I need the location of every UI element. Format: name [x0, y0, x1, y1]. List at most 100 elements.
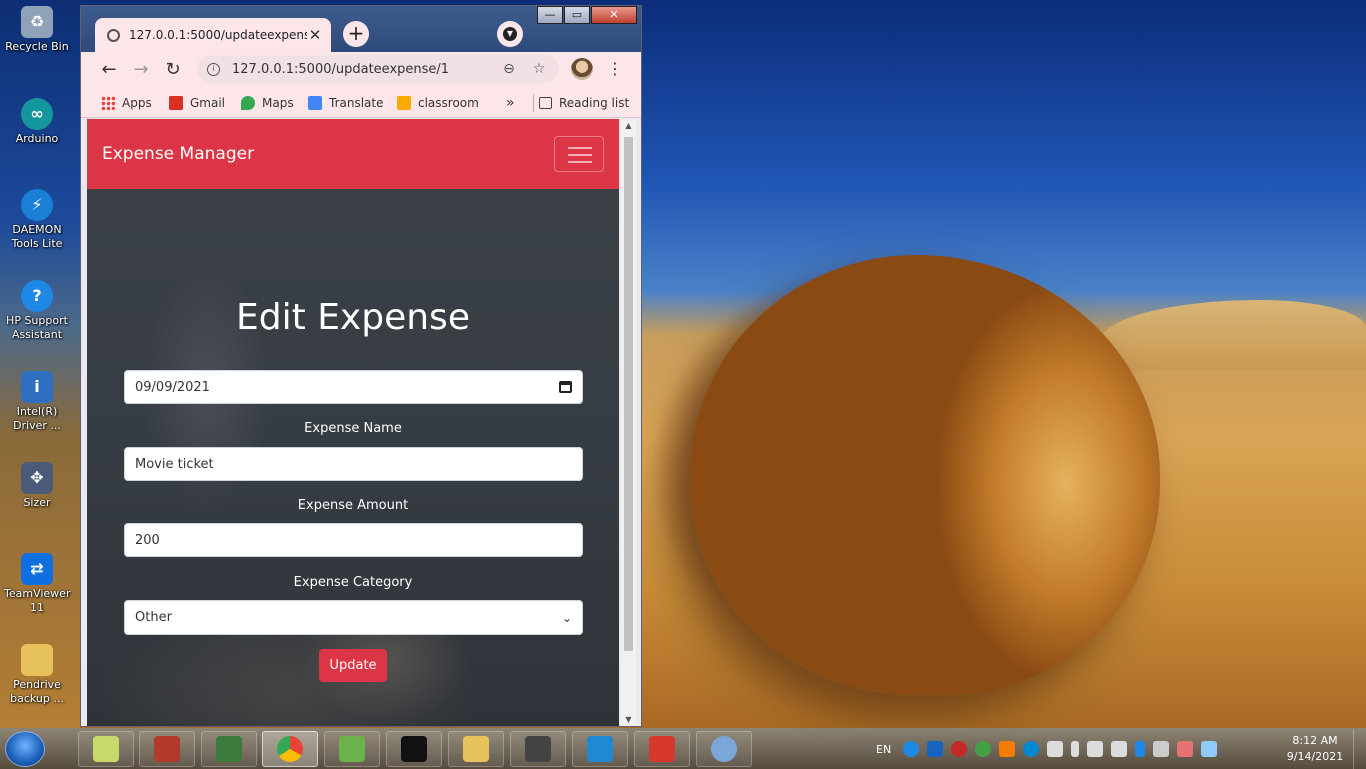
bookmark-maps[interactable]: Maps [241, 94, 294, 112]
calendar-icon[interactable] [559, 381, 572, 393]
task-manager-icon [216, 736, 242, 762]
tab-title: 127.0.0.1:5000/updateexpense/1 [129, 28, 307, 42]
scrollbar-thumb[interactable] [624, 137, 633, 651]
start-button[interactable] [5, 731, 45, 767]
desktop-icon-label: TeamViewer 11 [4, 587, 71, 614]
maps-icon [241, 96, 255, 110]
page-scrollbar[interactable]: ▲ ▼ [621, 119, 636, 726]
bookmarks-bar: Apps Gmail Maps Translate classroom » Re… [81, 88, 641, 118]
expense-name-input[interactable]: Movie ticket [124, 447, 583, 481]
battery-icon[interactable] [1071, 741, 1080, 757]
taskbar-chrome[interactable] [262, 731, 318, 767]
defender-icon[interactable] [1177, 741, 1194, 757]
tab-close-button[interactable]: ✕ [307, 26, 323, 44]
taskbar-ms-project[interactable] [139, 731, 195, 767]
help-icon[interactable] [903, 741, 920, 757]
bookmark-apps[interactable]: Apps [101, 94, 152, 112]
desktop-icon-label: Recycle Bin [5, 40, 69, 53]
taskbar-task-manager[interactable] [201, 731, 257, 767]
bookmark-translate[interactable]: Translate [308, 94, 384, 112]
taskbar-vs-code[interactable] [572, 731, 628, 767]
taskbar-wps-office[interactable] [634, 731, 690, 767]
hamburger-line [568, 154, 592, 156]
arduino-icon: ∞ [21, 98, 53, 130]
date-value: 09/09/2021 [135, 379, 210, 395]
taskbar-paint[interactable] [696, 731, 752, 767]
address-bar[interactable]: i 127.0.0.1:5000/updateexpense/1 ⊖ ☆ [197, 55, 559, 83]
update-button[interactable]: Update [319, 649, 387, 682]
taskbar-file-explorer[interactable] [448, 731, 504, 767]
forward-button[interactable]: → [129, 58, 153, 82]
reading-list-label: Reading list [559, 96, 630, 110]
expense-amount-input[interactable]: 200 [124, 523, 583, 557]
browser-toolbar: ← → ↻ i 127.0.0.1:5000/updateexpense/1 ⊖… [81, 52, 641, 88]
site-info-icon[interactable]: i [207, 62, 220, 76]
signal-icon[interactable] [1111, 741, 1128, 757]
close-window-button[interactable]: ✕ [591, 6, 637, 24]
bookmark-star-icon[interactable]: ☆ [529, 61, 549, 77]
back-button[interactable]: ← [97, 58, 121, 82]
bookmark-label: Gmail [190, 96, 226, 110]
expense-amount-label: Expense Amount [297, 498, 409, 513]
expense-name-value: Movie ticket [135, 456, 214, 472]
date-input[interactable]: 09/09/2021 [124, 370, 583, 404]
chrome-icon [277, 736, 303, 762]
desktop-icon-teamviewer[interactable]: ⇄ TeamViewer 11 [4, 553, 70, 615]
reload-button[interactable]: ↻ [161, 58, 185, 82]
expense-category-select[interactable]: Other ⌄ [124, 600, 583, 635]
navbar-toggler-button[interactable] [554, 136, 604, 172]
sync-icon[interactable] [1023, 741, 1040, 757]
monitor-icon[interactable] [1201, 741, 1218, 757]
desktop-icon-recycle-bin[interactable]: ♻ Recycle Bin [4, 6, 70, 54]
chevron-down-icon: ▼ [503, 27, 517, 41]
desktop-icon-pendrive-backup[interactable]: Pendrive backup ... [4, 644, 70, 706]
zoom-icon[interactable]: ⊖ [499, 61, 519, 77]
bluetooth-icon[interactable] [1135, 741, 1146, 757]
desktop-icon-hp-support[interactable]: ? HP Support Assistant [4, 280, 70, 342]
desktop-icon-sizer[interactable]: ✥ Sizer [4, 462, 70, 510]
desktop-icon-daemon-tools[interactable]: ⚡ DAEMON Tools Lite [4, 189, 70, 251]
maximize-button[interactable]: ▭ [564, 6, 590, 24]
desktop-icon-intel-driver[interactable]: i Intel(R) Driver ... [4, 371, 70, 433]
bookmark-classroom[interactable]: classroom [397, 94, 479, 112]
command-prompt-icon [401, 736, 427, 762]
utorrent-icon[interactable] [975, 741, 992, 757]
bookmark-label: Translate [329, 96, 384, 110]
taskbar-media-player[interactable] [510, 731, 566, 767]
url-text[interactable]: 127.0.0.1:5000/updateexpense/1 [232, 62, 489, 77]
desktop-icon-arduino[interactable]: ∞ Arduino [4, 98, 70, 146]
cloud-icon[interactable] [927, 741, 944, 757]
reading-list-icon [539, 97, 552, 109]
expense-amount-value: 200 [135, 532, 160, 548]
taskbar-sticky-notes[interactable] [78, 731, 134, 767]
bookmark-gmail[interactable]: Gmail [169, 94, 225, 112]
taskbar-command-prompt[interactable] [386, 731, 442, 767]
taskbar-clock[interactable]: 8:12 AM 9/14/2021 [1270, 733, 1360, 765]
taskbar-notepad-plus-plus[interactable] [324, 731, 380, 767]
paint-icon [711, 736, 737, 762]
browser-menu-button[interactable]: ⋮ [607, 58, 623, 82]
move-icon[interactable] [1087, 741, 1104, 757]
intel-driver-icon: i [21, 371, 53, 403]
scroll-down-arrow-icon[interactable]: ▼ [621, 715, 636, 724]
tab-search-button[interactable]: ▼ [497, 21, 523, 47]
profile-avatar[interactable] [571, 58, 593, 80]
app-orange-icon[interactable] [999, 741, 1016, 757]
show-desktop-button[interactable] [1353, 729, 1366, 769]
browser-tab[interactable]: 127.0.0.1:5000/updateexpense/1 ✕ [95, 18, 331, 52]
navbar-brand[interactable]: Expense Manager [102, 144, 254, 164]
expense-name-label: Expense Name [304, 421, 402, 436]
expense-category-value: Other [135, 610, 172, 625]
reading-list-button[interactable]: Reading list [539, 94, 629, 112]
window-controls: — ▭ ✕ [536, 6, 637, 24]
language-indicator[interactable]: EN [876, 743, 891, 756]
mcafee-icon[interactable] [951, 741, 968, 757]
media-player-icon [525, 736, 551, 762]
network-icon[interactable] [1153, 741, 1170, 757]
volume-icon[interactable] [1047, 741, 1064, 757]
expense-category-label: Expense Category [293, 575, 413, 590]
minimize-button[interactable]: — [537, 6, 563, 24]
bookmarks-overflow-button[interactable]: » [506, 94, 515, 112]
scroll-up-arrow-icon[interactable]: ▲ [621, 121, 636, 130]
new-tab-button[interactable]: + [343, 21, 369, 47]
